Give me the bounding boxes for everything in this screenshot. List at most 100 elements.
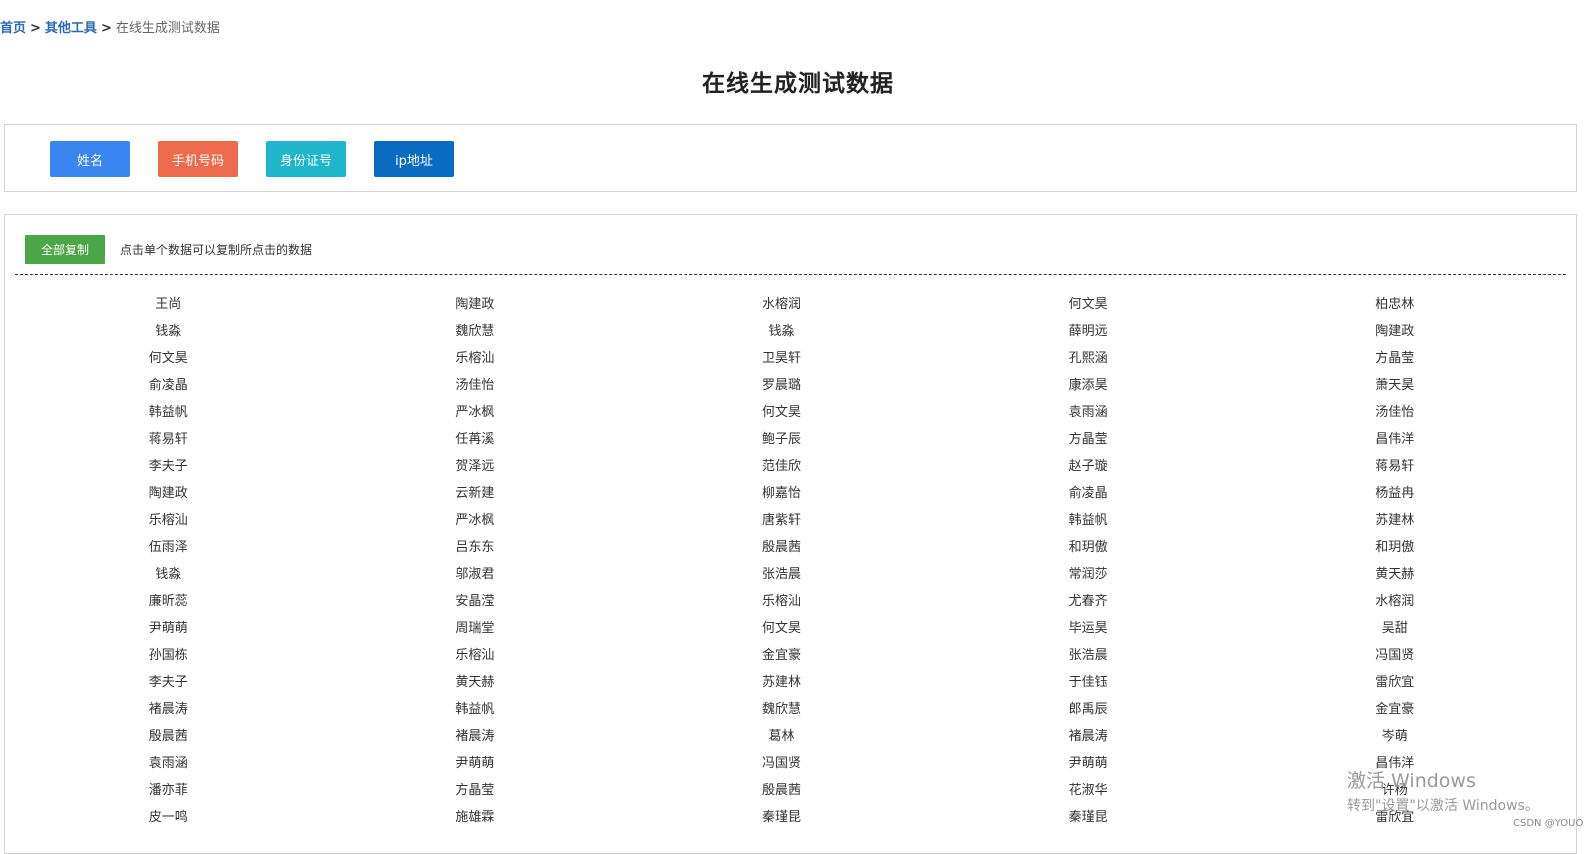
name-cell[interactable]: 褚晨涛 — [935, 723, 1242, 750]
name-cell[interactable]: 何文昊 — [935, 291, 1242, 318]
name-cell[interactable]: 严冰枫 — [322, 399, 629, 426]
name-cell[interactable]: 乐榕汕 — [628, 588, 935, 615]
name-cell[interactable]: 何文昊 — [628, 615, 935, 642]
name-cell[interactable]: 何文昊 — [628, 399, 935, 426]
name-cell[interactable]: 俞凌晶 — [935, 480, 1242, 507]
name-cell[interactable]: 褚晨涛 — [15, 696, 322, 723]
name-cell[interactable]: 俞凌晶 — [15, 372, 322, 399]
name-cell[interactable]: 鲍子辰 — [628, 426, 935, 453]
name-cell[interactable]: 韩益帆 — [935, 507, 1242, 534]
name-cell[interactable]: 安晶滢 — [322, 588, 629, 615]
name-cell[interactable]: 施雄霖 — [322, 804, 629, 831]
name-cell[interactable]: 袁雨涵 — [15, 750, 322, 777]
name-cell[interactable]: 王尚 — [15, 291, 322, 318]
name-button[interactable]: 姓名 — [50, 141, 130, 177]
breadcrumb-other-tools[interactable]: 其他工具 — [45, 21, 97, 36]
name-cell[interactable]: 方晶莹 — [322, 777, 629, 804]
name-cell[interactable]: 水榕润 — [628, 291, 935, 318]
name-cell[interactable]: 尹萌萌 — [322, 750, 629, 777]
name-cell[interactable]: 金宜豪 — [1241, 696, 1548, 723]
name-cell[interactable]: 吕东东 — [322, 534, 629, 561]
name-cell[interactable]: 吴甜 — [1241, 615, 1548, 642]
name-cell[interactable]: 魏欣慧 — [628, 696, 935, 723]
name-cell[interactable]: 冯国贤 — [628, 750, 935, 777]
name-cell[interactable]: 何文昊 — [15, 345, 322, 372]
ip-address-button[interactable]: ip地址 — [374, 141, 454, 177]
name-cell[interactable]: 李夫子 — [15, 453, 322, 480]
phone-number-button[interactable]: 手机号码 — [158, 141, 238, 177]
name-cell[interactable]: 毕运昊 — [935, 615, 1242, 642]
name-cell[interactable]: 殷晨茜 — [628, 534, 935, 561]
name-cell[interactable]: 赵子璇 — [935, 453, 1242, 480]
name-cell[interactable]: 柏忠林 — [1241, 291, 1548, 318]
name-cell[interactable]: 薛明远 — [935, 318, 1242, 345]
name-cell[interactable]: 邬淑君 — [322, 561, 629, 588]
breadcrumb-home[interactable]: 首页 — [0, 21, 26, 36]
name-cell[interactable]: 郎禹辰 — [935, 696, 1242, 723]
name-cell[interactable]: 和玥傲 — [935, 534, 1242, 561]
name-cell[interactable]: 陶建政 — [15, 480, 322, 507]
name-cell[interactable]: 许杨 — [1241, 777, 1548, 804]
name-cell[interactable]: 萧天昊 — [1241, 372, 1548, 399]
name-cell[interactable]: 廉昕蕊 — [15, 588, 322, 615]
name-cell[interactable]: 常润莎 — [935, 561, 1242, 588]
name-cell[interactable]: 袁雨涵 — [935, 399, 1242, 426]
name-cell[interactable]: 殷晨茜 — [15, 723, 322, 750]
name-cell[interactable]: 殷晨茜 — [628, 777, 935, 804]
name-cell[interactable]: 于佳钰 — [935, 669, 1242, 696]
name-cell[interactable]: 韩益帆 — [15, 399, 322, 426]
name-cell[interactable]: 钱淼 — [628, 318, 935, 345]
name-cell[interactable]: 雷欣宜 — [1241, 669, 1548, 696]
name-cell[interactable]: 张浩晨 — [628, 561, 935, 588]
name-cell[interactable]: 和玥傲 — [1241, 534, 1548, 561]
name-cell[interactable]: 潘亦菲 — [15, 777, 322, 804]
name-cell[interactable]: 方晶莹 — [1241, 345, 1548, 372]
name-cell[interactable]: 钱淼 — [15, 318, 322, 345]
name-cell[interactable]: 唐紫轩 — [628, 507, 935, 534]
name-cell[interactable]: 黄天赫 — [322, 669, 629, 696]
name-cell[interactable]: 杨益冉 — [1241, 480, 1548, 507]
name-cell[interactable]: 柳嘉怡 — [628, 480, 935, 507]
name-cell[interactable]: 黄天赫 — [1241, 561, 1548, 588]
name-cell[interactable]: 苏建林 — [628, 669, 935, 696]
name-cell[interactable]: 李夫子 — [15, 669, 322, 696]
name-cell[interactable]: 魏欣慧 — [322, 318, 629, 345]
name-cell[interactable]: 陶建政 — [1241, 318, 1548, 345]
name-cell[interactable]: 云新建 — [322, 480, 629, 507]
name-cell[interactable]: 昌伟洋 — [1241, 750, 1548, 777]
name-cell[interactable]: 范佳欣 — [628, 453, 935, 480]
name-cell[interactable]: 方晶莹 — [935, 426, 1242, 453]
name-cell[interactable]: 伍雨泽 — [15, 534, 322, 561]
name-cell[interactable]: 严冰枫 — [322, 507, 629, 534]
name-cell[interactable]: 乐榕汕 — [322, 345, 629, 372]
name-cell[interactable]: 陶建政 — [322, 291, 629, 318]
name-cell[interactable]: 卫昊轩 — [628, 345, 935, 372]
name-cell[interactable]: 褚晨涛 — [322, 723, 629, 750]
name-cell[interactable]: 张浩晨 — [935, 642, 1242, 669]
id-number-button[interactable]: 身份证号 — [266, 141, 346, 177]
name-cell[interactable]: 钱淼 — [15, 561, 322, 588]
name-cell[interactable]: 皮一鸣 — [15, 804, 322, 831]
name-cell[interactable]: 任苒溪 — [322, 426, 629, 453]
name-cell[interactable]: 冯国贤 — [1241, 642, 1548, 669]
name-cell[interactable]: 水榕润 — [1241, 588, 1548, 615]
name-cell[interactable]: 孙国栋 — [15, 642, 322, 669]
name-cell[interactable]: 贺泽远 — [322, 453, 629, 480]
name-cell[interactable]: 蒋易轩 — [15, 426, 322, 453]
name-cell[interactable]: 尹萌萌 — [15, 615, 322, 642]
name-cell[interactable]: 雷欣宜 — [1241, 804, 1548, 831]
name-cell[interactable]: 乐榕汕 — [322, 642, 629, 669]
name-cell[interactable]: 苏建林 — [1241, 507, 1548, 534]
copy-all-button[interactable]: 全部复制 — [25, 235, 105, 264]
name-cell[interactable]: 孔熙涵 — [935, 345, 1242, 372]
name-cell[interactable]: 汤佳怡 — [1241, 399, 1548, 426]
name-cell[interactable]: 罗晨璐 — [628, 372, 935, 399]
name-cell[interactable]: 周瑞堂 — [322, 615, 629, 642]
name-cell[interactable]: 岑萌 — [1241, 723, 1548, 750]
name-cell[interactable]: 尹萌萌 — [935, 750, 1242, 777]
name-cell[interactable]: 葛林 — [628, 723, 935, 750]
name-cell[interactable]: 秦瑾昆 — [628, 804, 935, 831]
name-cell[interactable]: 汤佳怡 — [322, 372, 629, 399]
name-cell[interactable]: 康添昊 — [935, 372, 1242, 399]
name-cell[interactable]: 秦瑾昆 — [935, 804, 1242, 831]
